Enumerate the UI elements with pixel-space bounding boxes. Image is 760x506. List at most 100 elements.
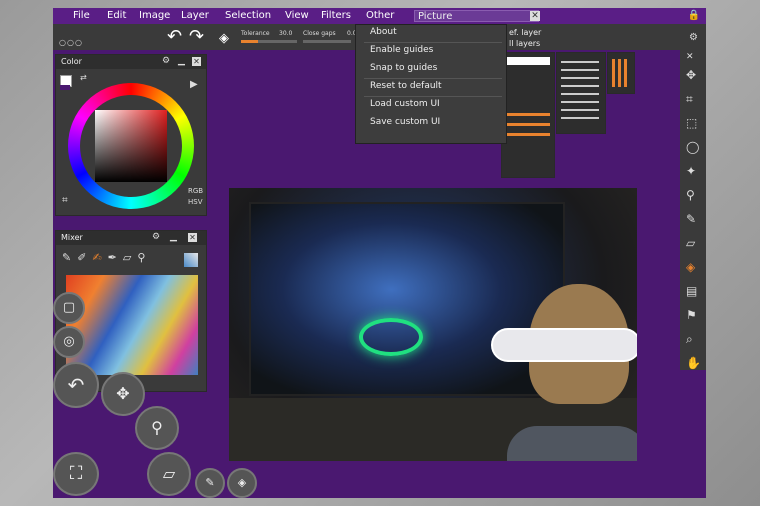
settings-gear-icon[interactable]: ⚙ (689, 32, 698, 43)
person-shoulders (507, 426, 637, 461)
other-menu-dropdown: About Enable guides Snap to guides Reset… (355, 24, 507, 144)
menu-about[interactable]: About (370, 27, 397, 37)
tolerance-slider[interactable] (241, 40, 297, 43)
menu-edit[interactable]: Edit (107, 10, 126, 21)
brush-float-button[interactable]: ✎ (195, 468, 225, 498)
mixer-minimize-icon[interactable]: ▁ (170, 232, 177, 242)
tool-column: ✕ ✥ ⌗ ⬚ ◯ ✦ ⚲ ✎ ▱ ◈ ▤ ⚑ ⌕ ✋ (680, 50, 706, 370)
rect-select-icon[interactable]: ⬚ (686, 116, 697, 130)
fill-float-button[interactable]: ◈ (227, 468, 257, 498)
mixer-canvas[interactable] (66, 275, 198, 375)
close-gaps-label: Close gaps (303, 30, 336, 37)
redo-icon[interactable]: ↷ (189, 28, 204, 46)
eyedropper-icon[interactable]: ⚲ (686, 188, 695, 202)
layer-opacity-bar[interactable] (506, 113, 550, 116)
ref-layer-label: ef. layer (509, 28, 542, 37)
fill-float-icon: ◈ (237, 476, 247, 489)
crop-tool-icon[interactable]: ⌗ (686, 92, 693, 107)
move-float-button[interactable]: ✥ (101, 372, 145, 416)
menu-save-custom-ui[interactable]: Save custom UI (370, 117, 440, 127)
menu-filters[interactable]: Filters (321, 10, 351, 21)
hue-ring[interactable] (68, 83, 194, 209)
magic-wand-icon[interactable]: ✦ (686, 164, 696, 178)
tolerance-label: Tolerance (241, 30, 270, 37)
canvas-image[interactable] (229, 188, 637, 461)
brush-presets[interactable] (612, 59, 630, 87)
move-float-icon: ✥ (116, 384, 130, 403)
fill-tool-icon[interactable]: ◈ (686, 260, 695, 274)
fill-bucket-icon[interactable]: ◈ (219, 30, 229, 48)
layer-opacity-bar-3[interactable] (506, 133, 550, 136)
mixer-settings-icon[interactable]: ⚙ (152, 232, 160, 242)
menu-view[interactable]: View (285, 10, 309, 21)
color-panel-settings-icon[interactable]: ⚙ (162, 56, 170, 66)
menu-image[interactable]: Image (139, 10, 170, 21)
zoom-tool-icon[interactable]: ⌕ (686, 332, 693, 347)
move-tool-icon[interactable]: ✥ (686, 68, 696, 82)
eraser-tool-icon[interactable]: ▱ (686, 236, 695, 250)
picture-close-icon[interactable]: ✕ (530, 11, 540, 21)
mixer-brush-tools[interactable]: ✎✐✍✒▱⚲ (62, 251, 151, 264)
frame-icon: ▢ (62, 300, 76, 315)
eyedropper-float-button[interactable]: ⚲ (135, 406, 179, 450)
saturation-value-square[interactable] (95, 110, 167, 182)
blend-icon: ✍ (92, 251, 108, 264)
swap-colors-icon[interactable]: ⇄ (80, 73, 87, 82)
fit-screen-icon: ⛶ (69, 463, 83, 484)
color-panel-header: Color ⚙ ▁ ✕ (56, 55, 206, 69)
mode-rgb[interactable]: RGB (188, 187, 203, 195)
more-dots-icon[interactable]: ○○○ (59, 38, 83, 47)
picture-name-field[interactable]: Picture (414, 10, 539, 22)
color-panel-close-icon[interactable]: ✕ (192, 57, 201, 66)
undo-float-button[interactable]: ↶ (53, 362, 99, 408)
gradient-tool-icon[interactable]: ▤ (686, 284, 697, 298)
lasso-icon[interactable]: ◯ (686, 140, 699, 154)
picker-icon: ⚲ (137, 251, 152, 264)
eraser-icon: ▱ (122, 251, 138, 264)
rotate-icon: ◎ (63, 334, 75, 349)
rotate-button[interactable]: ◎ (53, 326, 85, 358)
menu-load-custom-ui[interactable]: Load custom UI (370, 99, 440, 109)
brush-presets-panel (607, 52, 635, 94)
eraser-float-button[interactable]: ▱ (147, 452, 191, 496)
tools-close-icon[interactable]: ✕ (686, 52, 694, 62)
hand-tool-icon[interactable]: ✋ (686, 356, 701, 370)
menu-file[interactable]: File (73, 10, 90, 21)
layer-opacity-bar-2[interactable] (506, 123, 550, 126)
tolerance-value: 30.0 (279, 30, 293, 37)
menu-selection[interactable]: Selection (225, 10, 271, 21)
green-glow-ring (359, 318, 423, 356)
brush-tool-icon[interactable]: ✎ (686, 212, 696, 226)
close-gaps-slider[interactable] (303, 40, 351, 43)
lock-icon[interactable]: 🔒 (688, 10, 700, 21)
eraser-float-icon: ▱ (162, 464, 176, 483)
secondary-color-swatch[interactable] (60, 85, 70, 90)
brush-float-icon: ✎ (205, 476, 215, 489)
menu-snap-to-guides[interactable]: Snap to guides (370, 63, 437, 73)
layer-thumb[interactable] (506, 57, 550, 65)
brush-list-panel (556, 52, 606, 134)
undo-icon[interactable]: ↶ (167, 28, 182, 46)
tv-screen (249, 202, 565, 396)
play-icon[interactable]: ▶ (190, 79, 198, 90)
menu-reset-to-default[interactable]: Reset to default (370, 81, 442, 91)
app-window: File Edit Image Layer Selection View Fil… (53, 8, 706, 498)
frame-button[interactable]: ▢ (53, 292, 85, 324)
menu-other[interactable]: Other (366, 10, 394, 21)
menu-enable-guides[interactable]: Enable guides (370, 45, 433, 55)
crop-frame-icon[interactable]: ⌗ (62, 195, 68, 206)
brush-icon: ✎ (62, 251, 78, 264)
mixer-swatch-icon[interactable] (184, 253, 198, 267)
color-panel-title: Color (61, 57, 82, 66)
brush-list[interactable] (561, 61, 599, 121)
smudge-icon: ✐ (77, 251, 93, 264)
mixer-close-icon[interactable]: ✕ (188, 233, 197, 242)
vr-headset (491, 328, 637, 362)
undo-float-icon: ↶ (67, 373, 85, 397)
menu-layer[interactable]: Layer (181, 10, 209, 21)
stamp-tool-icon[interactable]: ⚑ (686, 308, 697, 322)
layers-panel (501, 52, 555, 178)
color-panel-minimize-icon[interactable]: ▁ (178, 56, 185, 66)
mode-hsv[interactable]: HSV (188, 198, 203, 206)
fit-screen-button[interactable]: ⛶ (53, 452, 99, 496)
